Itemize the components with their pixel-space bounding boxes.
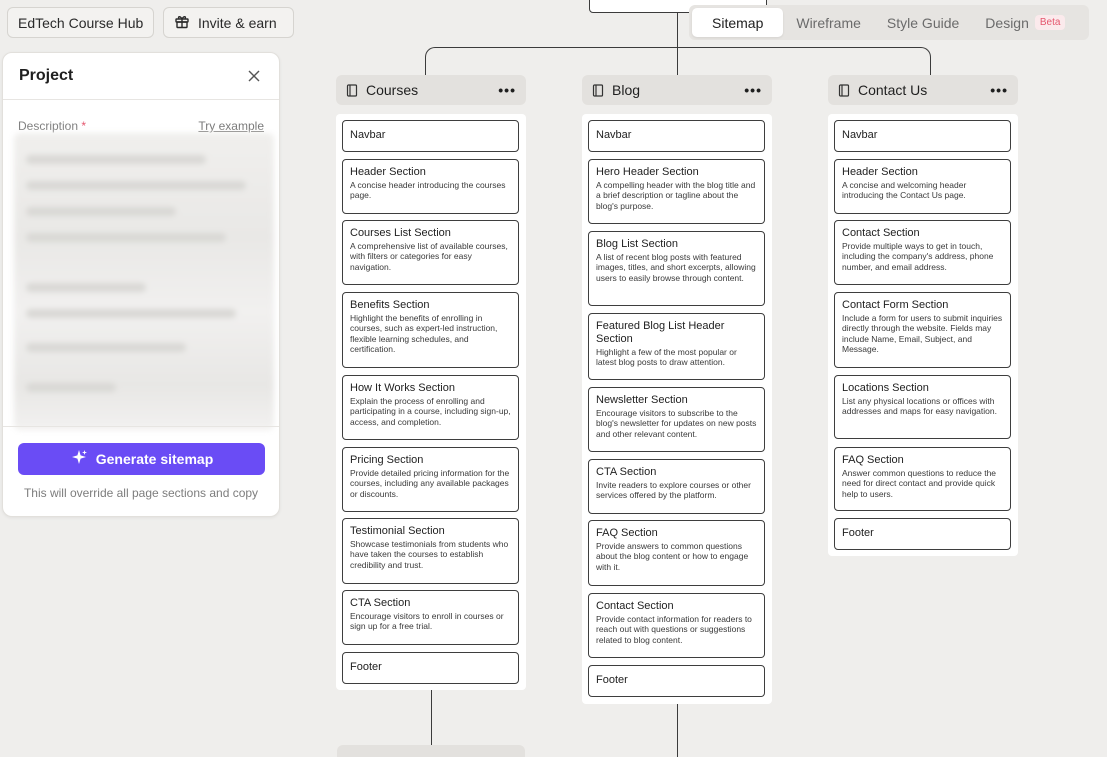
generate-sitemap-button[interactable]: Generate sitemap <box>18 443 265 475</box>
page-icon <box>592 83 604 97</box>
generate-sitemap-label: Generate sitemap <box>95 451 214 467</box>
invite-earn-label: Invite & earn <box>198 14 277 31</box>
sparkle-icon <box>70 449 88 470</box>
view-tabs: Sitemap Wireframe Style Guide Design Bet… <box>689 5 1089 40</box>
more-icon[interactable]: ••• <box>744 82 762 98</box>
page-header-blog[interactable]: Blog ••• <box>582 75 772 105</box>
section-card[interactable]: Newsletter Section Encourage visitors to … <box>588 387 765 452</box>
description-label: Description * <box>18 119 87 133</box>
close-icon[interactable] <box>245 67 263 85</box>
sections-list-contact-us: Navbar Header Section A concise and welco… <box>828 114 1018 556</box>
section-card[interactable]: Contact Section Provide contact informati… <box>588 593 765 658</box>
section-card[interactable]: Footer <box>342 652 519 684</box>
page-icon <box>838 83 850 97</box>
section-card[interactable]: Footer <box>834 518 1011 550</box>
page-title: Contact Us <box>858 82 928 98</box>
section-card[interactable]: CTA Section Encourage visitors to enroll … <box>342 590 519 645</box>
description-textarea[interactable] <box>14 133 274 430</box>
panel-title: Project <box>19 67 74 84</box>
section-card[interactable]: Pricing Section Provide detailed pricing … <box>342 447 519 512</box>
section-card[interactable]: Blog List Section A list of recent blog p… <box>588 231 765 306</box>
project-panel: Project Description * Try example Genera… <box>2 52 280 517</box>
section-card[interactable]: Benefits Section Highlight the benefits o… <box>342 292 519 368</box>
connector-bracket <box>425 47 931 75</box>
page-icon <box>346 83 358 97</box>
connector-line <box>677 703 678 757</box>
child-page-header[interactable] <box>337 745 525 757</box>
section-card[interactable]: FAQ Section Answer common questions to re… <box>834 447 1011 511</box>
gift-icon <box>174 13 190 32</box>
section-card[interactable]: Footer <box>588 665 765 697</box>
section-card[interactable]: Navbar <box>834 120 1011 152</box>
page-header-courses[interactable]: Courses ••• <box>336 75 526 105</box>
section-card[interactable]: Hero Header Section A compelling header w… <box>588 159 765 224</box>
sections-list-courses: Navbar Header Section A concise header in… <box>336 114 526 690</box>
section-card[interactable]: FAQ Section Provide answers to common que… <box>588 520 765 586</box>
project-name-button[interactable]: EdTech Course Hub <box>7 7 155 38</box>
more-icon[interactable]: ••• <box>498 82 516 98</box>
section-card[interactable]: Navbar <box>342 120 519 152</box>
panel-divider <box>3 426 279 427</box>
more-icon[interactable]: ••• <box>990 82 1008 98</box>
tab-style-guide[interactable]: Style Guide <box>874 8 972 37</box>
invite-earn-button[interactable]: Invite & earn <box>163 7 294 38</box>
section-card[interactable]: Contact Section Provide multiple ways to … <box>834 220 1011 285</box>
section-card[interactable]: Testimonial Section Showcase testimonials… <box>342 518 519 584</box>
sections-list-blog: Navbar Hero Header Section A compelling h… <box>582 114 772 704</box>
connector-line <box>431 690 432 746</box>
tab-sitemap[interactable]: Sitemap <box>692 8 784 37</box>
project-name-label: EdTech Course Hub <box>18 14 144 31</box>
section-card[interactable]: Courses List Section A comprehensive list… <box>342 220 519 285</box>
section-card[interactable]: Header Section A concise and welcoming he… <box>834 159 1011 214</box>
section-card[interactable]: CTA Section Invite readers to explore cou… <box>588 459 765 514</box>
page-title: Courses <box>366 82 419 98</box>
page-title: Blog <box>612 82 641 98</box>
beta-badge: Beta <box>1034 15 1066 30</box>
try-example-link[interactable]: Try example <box>198 119 264 133</box>
tab-design[interactable]: Design Beta <box>972 8 1078 37</box>
page-header-contact-us[interactable]: Contact Us ••• <box>828 75 1018 105</box>
section-card[interactable]: Featured Blog List Header Section Highlig… <box>588 313 765 380</box>
section-card[interactable]: Navbar <box>588 120 765 152</box>
section-card[interactable]: How It Works Section Explain the process … <box>342 375 519 440</box>
section-card[interactable]: Header Section A concise header introduci… <box>342 159 519 214</box>
section-card[interactable]: Contact Form Section Include a form for u… <box>834 292 1011 368</box>
override-note: This will override all page sections and… <box>23 486 259 500</box>
section-card[interactable]: Locations Section List any physical locat… <box>834 375 1011 439</box>
tab-wireframe[interactable]: Wireframe <box>783 8 874 37</box>
